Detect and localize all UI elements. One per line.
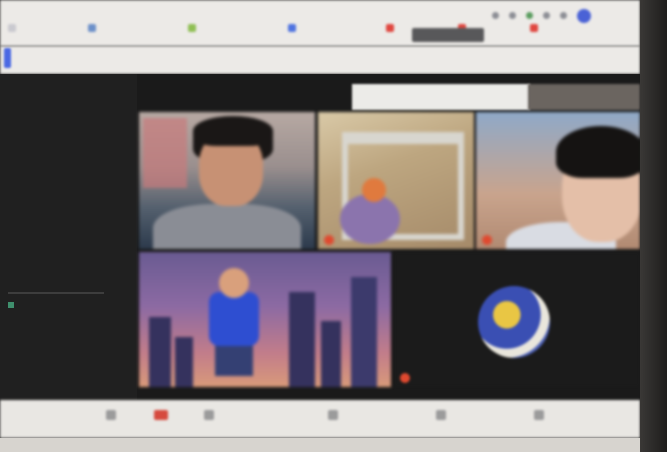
bookmarks-bar: [0, 0, 640, 46]
participant-tile[interactable]: [394, 252, 640, 387]
participant-tile[interactable]: [139, 252, 391, 387]
hand-icon: [328, 410, 338, 420]
extension-icon[interactable]: [526, 12, 533, 19]
leave-button[interactable]: [154, 410, 168, 423]
self-view-strip: [528, 84, 640, 110]
background-building: [351, 277, 377, 387]
bookmark-icon: [88, 24, 96, 32]
participant-video: [362, 178, 386, 202]
extension-icon[interactable]: [492, 12, 499, 19]
background-building: [149, 317, 171, 387]
participants-icon: [534, 410, 544, 420]
bookmark-item[interactable]: [530, 24, 542, 32]
bookmark-icon: [8, 24, 16, 32]
participant-video: [193, 116, 273, 146]
present-button[interactable]: [412, 28, 484, 42]
camera-button[interactable]: [204, 410, 214, 423]
mic-muted-icon: [400, 373, 410, 383]
background-building: [289, 292, 315, 387]
participant-tile[interactable]: [139, 112, 315, 249]
photographed-screen: [0, 0, 640, 452]
school-crest-logo: [478, 286, 550, 358]
avatar-figure: [219, 268, 249, 298]
background-building: [321, 321, 341, 387]
mic-muted-icon: [324, 235, 334, 245]
bookmark-icon: [288, 24, 296, 32]
mic-button[interactable]: [106, 410, 116, 423]
browser-subbar: [0, 46, 640, 74]
background-building: [175, 337, 193, 387]
participants-button[interactable]: [534, 410, 544, 423]
monitor-bezel: [640, 0, 667, 452]
bookmark-item[interactable]: [386, 24, 398, 32]
mic-muted-icon: [482, 235, 492, 245]
profile-avatar-icon[interactable]: [577, 9, 591, 23]
avatar-figure: [209, 292, 259, 346]
bookmark-icon: [530, 24, 538, 32]
participant-video: [153, 204, 301, 249]
monitor-bezel: [0, 438, 640, 452]
mic-icon: [106, 410, 116, 420]
bookmark-item[interactable]: [88, 24, 100, 32]
extension-icon[interactable]: [509, 12, 516, 19]
side-panel-divider: [8, 292, 104, 294]
meeting-controls-bar: [0, 400, 640, 438]
share-screen-icon: [436, 410, 446, 420]
extension-icon[interactable]: [543, 12, 550, 19]
participant-tile[interactable]: [476, 112, 640, 249]
end-call-icon: [154, 410, 168, 420]
sidebar-tab-indicator: [4, 48, 11, 68]
bookmark-item[interactable]: [8, 24, 20, 32]
avatar-figure: [215, 342, 253, 376]
bookmark-item[interactable]: [188, 24, 200, 32]
view-controls: [352, 84, 530, 110]
background-poster: [143, 118, 187, 188]
bookmark-item[interactable]: [288, 24, 300, 32]
bookmark-icon: [386, 24, 394, 32]
raise-hand-button[interactable]: [328, 410, 338, 423]
bookmark-icon: [188, 24, 196, 32]
side-panel: [0, 74, 137, 400]
participant-tile[interactable]: [318, 112, 474, 249]
share-screen-button[interactable]: [436, 410, 446, 423]
participant-video: [556, 126, 640, 178]
status-indicator: [8, 302, 14, 308]
browser-toolbar-icons: [492, 9, 591, 23]
camera-icon: [204, 410, 214, 420]
extension-icon[interactable]: [560, 12, 567, 19]
